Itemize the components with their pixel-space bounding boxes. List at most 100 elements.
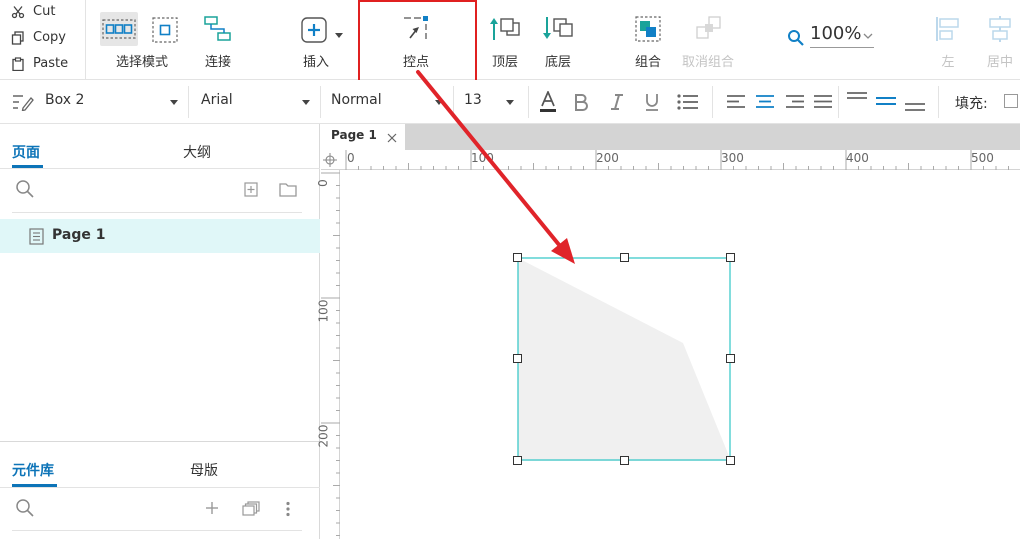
cut-button[interactable]: Cut — [0, 0, 84, 26]
style-select[interactable]: Box 2 — [10, 80, 182, 124]
main-toolbar: Cut Copy Paste 选择模式 连接 插入 控点 顶层 底层 组合 取消… — [0, 0, 1020, 87]
text-align-center-icon[interactable] — [755, 94, 775, 109]
copy-button[interactable]: Copy — [0, 26, 84, 52]
align-left-icon — [936, 17, 959, 41]
page-list-item[interactable]: Page 1 — [0, 219, 320, 253]
close-icon[interactable] — [387, 133, 397, 143]
ruler-ticks — [345, 150, 1009, 170]
zoom-select[interactable]: 100% — [810, 22, 874, 48]
valign-bottom-icon[interactable] — [904, 100, 926, 112]
ruler-corner — [321, 150, 340, 170]
control-point-button[interactable]: 控点 — [392, 0, 440, 80]
align-center-button[interactable]: 居中 — [982, 0, 1018, 80]
tab-page-1[interactable]: Page 1 — [321, 124, 405, 150]
divider — [12, 530, 302, 531]
ungroup-button[interactable]: 取消组合 — [680, 0, 736, 80]
bold-icon[interactable] — [573, 93, 589, 111]
insert-button[interactable]: 插入 — [290, 0, 350, 80]
bullets-icon[interactable] — [677, 94, 699, 110]
search-icon[interactable] — [15, 179, 35, 199]
divider — [0, 441, 320, 442]
ruler-ticks — [321, 172, 340, 536]
paste-button[interactable]: Paste — [0, 52, 84, 78]
library-icon[interactable] — [242, 501, 260, 516]
tab-masters[interactable]: 母版 — [190, 460, 218, 480]
horizontal-ruler: 0 100 200 300 400 500 — [339, 150, 1020, 170]
select-contain-icon[interactable] — [152, 17, 178, 43]
font-color-icon[interactable] — [539, 91, 557, 113]
ungroup-icon — [696, 16, 721, 39]
text-align-right-icon[interactable] — [785, 94, 805, 109]
divider — [320, 86, 321, 118]
font-size-select[interactable]: 13 — [464, 80, 520, 124]
tab-label: Page 1 — [331, 128, 377, 142]
tab-pages[interactable]: 页面 — [12, 142, 40, 162]
font-value: Arial — [201, 92, 233, 108]
valign-top-icon[interactable] — [846, 91, 868, 103]
resize-handle[interactable] — [620, 456, 629, 465]
resize-handle[interactable] — [726, 253, 735, 262]
resize-handle[interactable] — [620, 253, 629, 262]
select-intersect-button[interactable] — [100, 12, 138, 46]
paste-icon — [12, 57, 24, 71]
ruler-h-label: 100 — [471, 151, 494, 165]
canvas-area: Page 1 0 100 200 300 400 500 0 100 200 — [316, 124, 1020, 539]
paste-label: Paste — [33, 56, 69, 71]
ruler-h-label: 0 — [347, 151, 355, 165]
group-label: 组合 — [634, 55, 661, 70]
to-front-label: 顶层 — [491, 55, 518, 70]
text-align-left-icon[interactable] — [726, 94, 746, 109]
connector-icon — [204, 16, 231, 41]
divider — [838, 86, 839, 118]
fill-color-swatch[interactable] — [1004, 94, 1018, 108]
divider — [0, 168, 320, 169]
font-weight-select[interactable]: Normal — [331, 80, 445, 124]
insert-label: 插入 — [302, 55, 329, 70]
chevron-down-icon[interactable] — [335, 33, 343, 38]
tab-strip — [321, 124, 1020, 150]
group-button[interactable]: 组合 — [628, 0, 668, 80]
font-select[interactable]: Arial — [201, 80, 313, 124]
connect-button[interactable]: 连接 — [195, 0, 241, 80]
cut-icon — [11, 6, 25, 19]
divider — [453, 86, 454, 118]
copy-label: Copy — [33, 30, 66, 45]
style-value: Box 2 — [45, 92, 85, 108]
bring-to-front-button[interactable]: 顶层 — [486, 0, 524, 80]
divider — [188, 86, 189, 118]
resize-handle[interactable] — [726, 456, 735, 465]
selected-shape[interactable] — [517, 257, 732, 462]
send-to-back-icon — [543, 17, 573, 39]
insert-plus-icon — [301, 17, 327, 43]
font-size-value: 13 — [464, 92, 482, 108]
ungroup-label: 取消组合 — [681, 55, 734, 70]
vertical-ruler: 0 100 200 — [316, 170, 340, 539]
bring-to-front-icon — [490, 18, 520, 40]
resize-handle[interactable] — [513, 456, 522, 465]
more-icon[interactable] — [285, 501, 291, 517]
valign-middle-icon[interactable] — [875, 96, 897, 108]
align-center-label: 居中 — [986, 55, 1013, 70]
ruler-h-label: 400 — [846, 151, 869, 165]
fill-label: 填充: — [955, 96, 988, 112]
search-icon[interactable] — [15, 498, 35, 518]
zoom-value: 100% — [810, 23, 862, 44]
add-icon[interactable] — [205, 501, 219, 515]
align-left-button[interactable]: 左 — [930, 0, 966, 80]
select-mode-button[interactable]: 选择模式 — [94, 0, 190, 80]
folder-icon[interactable] — [279, 182, 297, 197]
send-to-back-button[interactable]: 底层 — [538, 0, 578, 80]
text-justify-icon[interactable] — [813, 94, 833, 109]
divider — [85, 0, 86, 80]
underline-icon[interactable] — [644, 92, 660, 112]
tab-library[interactable]: 元件库 — [12, 460, 54, 480]
resize-handle[interactable] — [726, 354, 735, 363]
chevron-down-icon — [863, 33, 873, 39]
add-page-icon[interactable] — [244, 182, 258, 197]
chevron-down-icon — [170, 100, 178, 105]
tab-outline[interactable]: 大纲 — [183, 142, 211, 162]
resize-handle[interactable] — [513, 253, 522, 262]
italic-icon[interactable] — [609, 93, 625, 111]
resize-handle[interactable] — [513, 354, 522, 363]
control-point-label: 控点 — [402, 55, 429, 70]
